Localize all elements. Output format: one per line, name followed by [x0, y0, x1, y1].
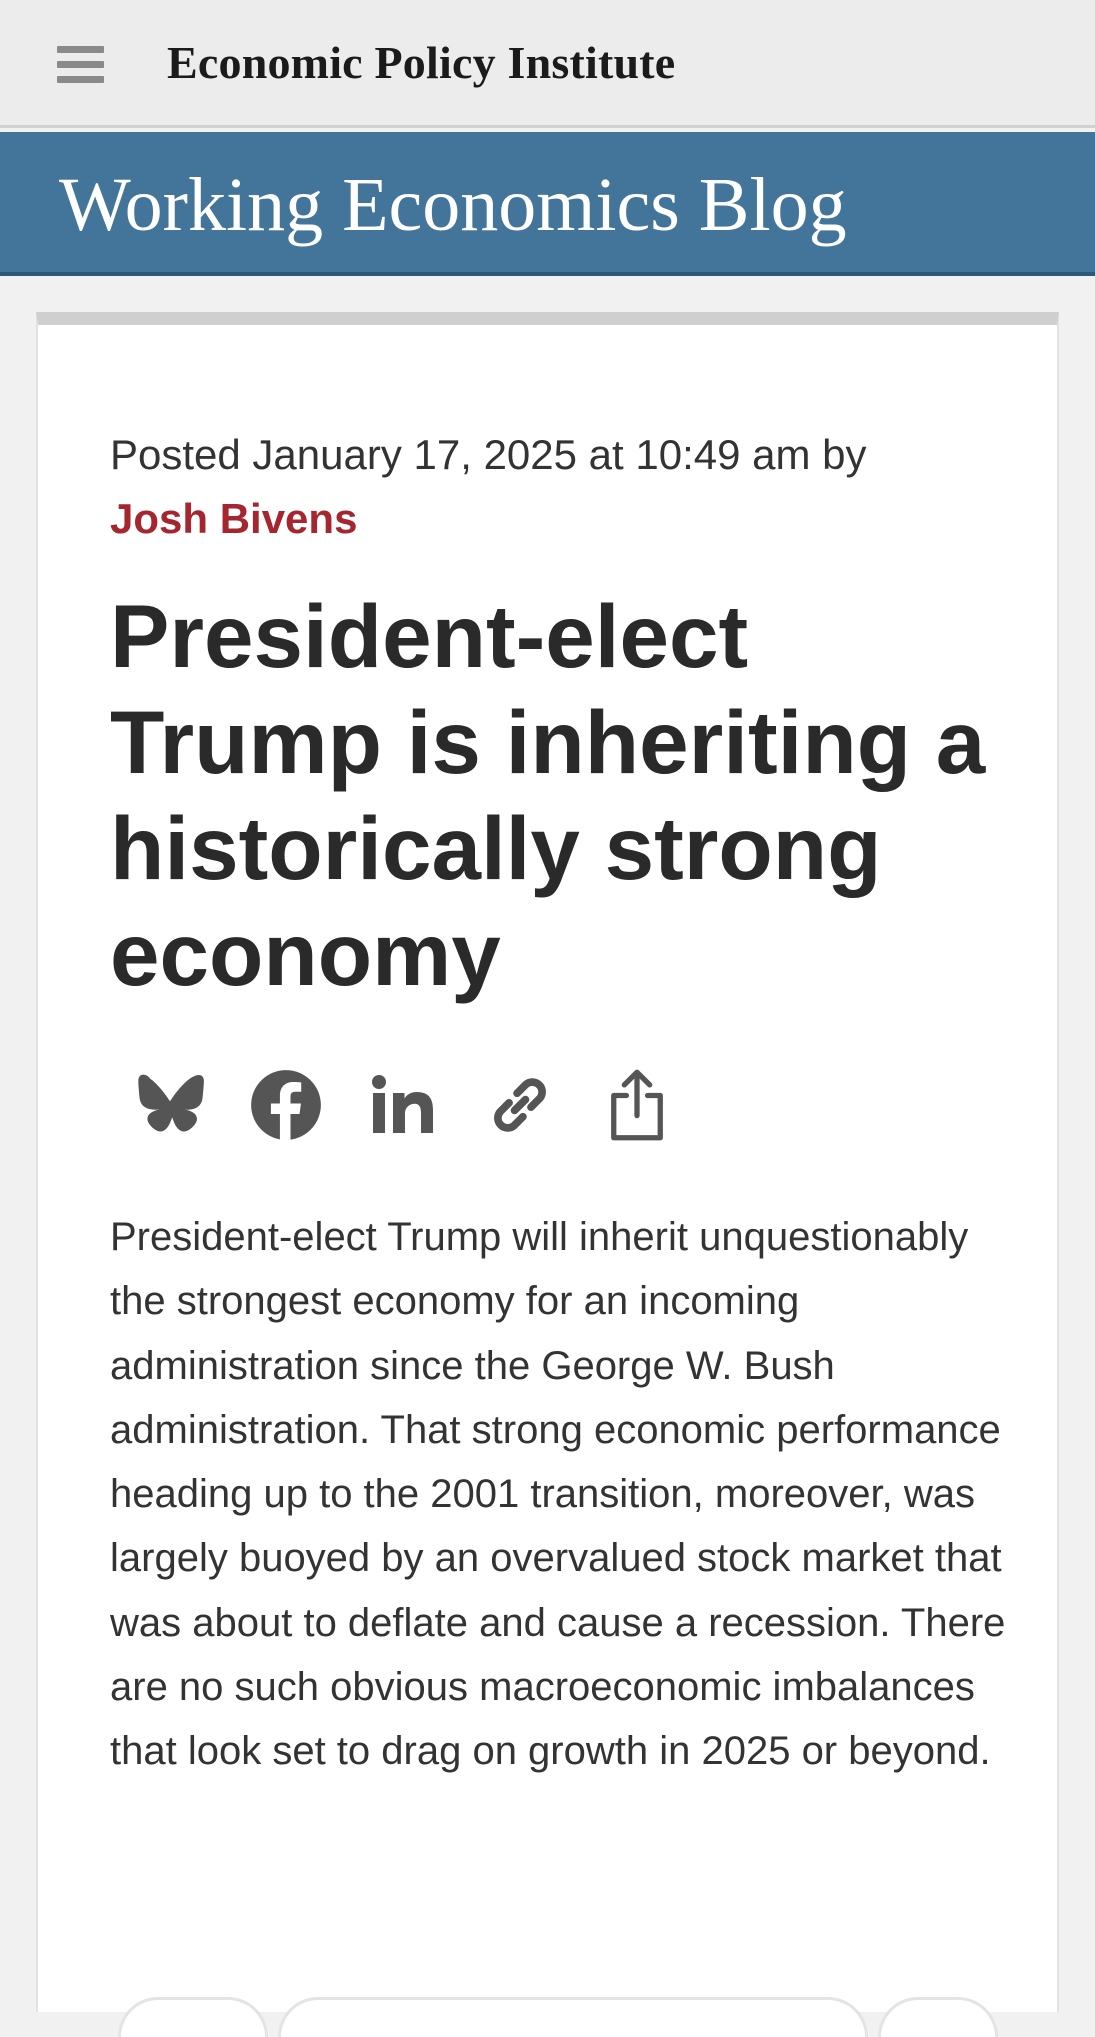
- blog-banner: Working Economics Blog: [0, 132, 1095, 276]
- share-toolbar: [130, 1065, 730, 1155]
- linkedin-icon[interactable]: [363, 1065, 443, 1145]
- partial-element: [878, 1997, 998, 2037]
- facebook-icon[interactable]: [246, 1065, 326, 1145]
- article-card: Posted January 17, 2025 at 10:49 am by J…: [36, 312, 1059, 2037]
- bluesky-icon[interactable]: [130, 1065, 210, 1145]
- partial-element: [278, 1997, 868, 2037]
- byline-date: Posted January 17, 2025 at 10:49 am by: [110, 431, 867, 478]
- site-header: Economic Policy Institute: [0, 0, 1095, 128]
- partial-element: [118, 1997, 268, 2037]
- site-title[interactable]: Economic Policy Institute: [167, 36, 675, 89]
- article-headline: President-elect Trump is inheriting a hi…: [110, 586, 986, 1004]
- share-icon[interactable]: [597, 1065, 677, 1145]
- hamburger-menu-icon[interactable]: [57, 46, 104, 86]
- article-paragraph: President-elect Trump will inherit unque…: [110, 1215, 1006, 1774]
- byline: Posted January 17, 2025 at 10:49 am by J…: [110, 423, 990, 551]
- blog-title[interactable]: Working Economics Blog: [59, 162, 847, 249]
- copy-link-icon[interactable]: [480, 1065, 560, 1145]
- author-link[interactable]: Josh Bivens: [110, 487, 990, 551]
